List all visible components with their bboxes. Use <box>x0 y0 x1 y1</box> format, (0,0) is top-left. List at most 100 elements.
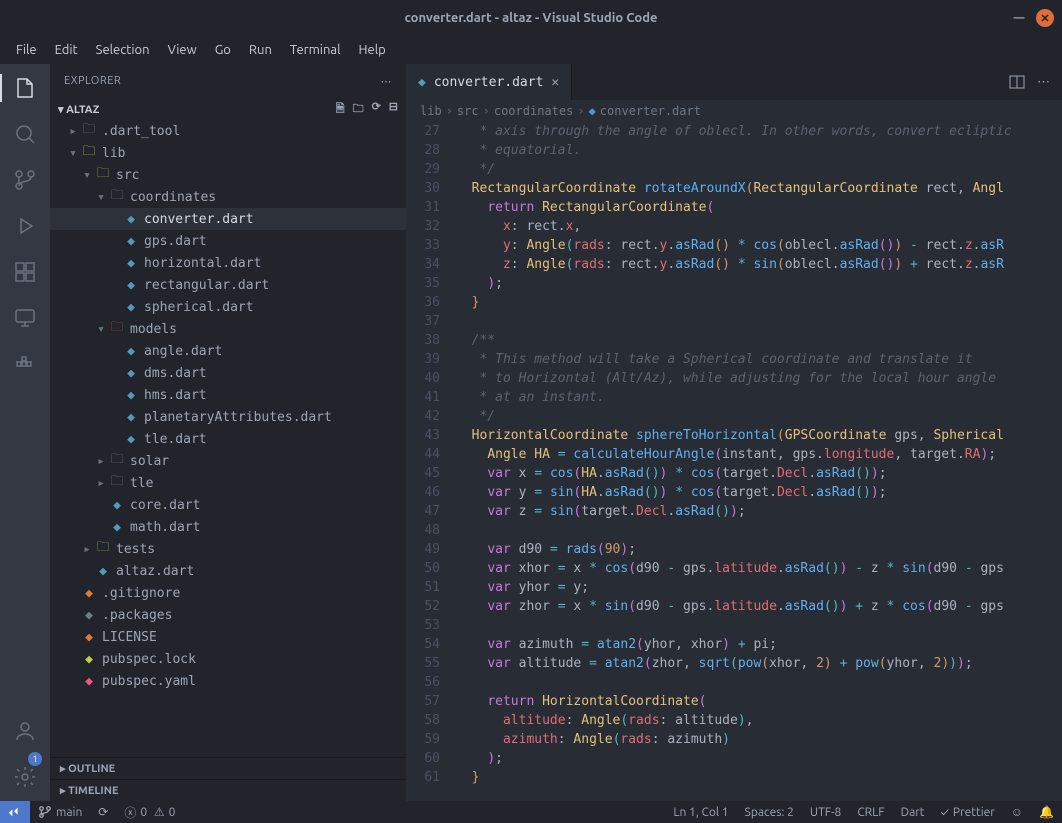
chevron-icon[interactable]: ▸ <box>94 476 108 491</box>
git-branch[interactable]: main <box>30 805 90 819</box>
folder-icon: 🗀 <box>108 186 126 208</box>
accounts-icon[interactable] <box>11 717 39 745</box>
split-editor-icon[interactable] <box>1009 74 1025 90</box>
folder--dart_tool[interactable]: ▸🗀.dart_tool <box>50 120 406 142</box>
breadcrumb-item[interactable]: converter.dart <box>600 104 701 118</box>
menu-view[interactable]: View <box>160 39 205 61</box>
breadcrumb-item[interactable]: src <box>457 104 479 118</box>
file--packages[interactable]: ◆.packages <box>50 604 406 626</box>
file-planetaryAttributes-dart[interactable]: ◆planetaryAttributes.dart <box>50 406 406 428</box>
new-file-icon[interactable]: 🗎 <box>336 100 345 119</box>
close-button[interactable]: ✕ <box>1036 9 1054 27</box>
file-core-dart[interactable]: ◆core.dart <box>50 494 406 516</box>
breadcrumb-item[interactable]: lib <box>420 104 442 118</box>
editor-more-icon[interactable]: ⋯ <box>1037 75 1050 90</box>
explorer-more-icon[interactable]: ⋯ <box>381 75 393 88</box>
source-control-icon[interactable] <box>11 166 39 194</box>
file-converter-dart[interactable]: ◆converter.dart <box>50 208 406 230</box>
folder-solar[interactable]: ▸🗀solar <box>50 450 406 472</box>
chevron-icon[interactable]: ▾ <box>94 322 108 337</box>
file-pubspec-lock[interactable]: ◆pubspec.lock <box>50 648 406 670</box>
chevron-down-icon[interactable]: ▾ <box>58 104 64 116</box>
new-folder-icon[interactable]: 🗀 <box>353 100 364 119</box>
file-angle-dart[interactable]: ◆angle.dart <box>50 340 406 362</box>
timeline-section[interactable]: ▸ TIMELINE <box>50 779 406 801</box>
file-icon: ◆ <box>122 410 140 425</box>
file-horizontal-dart[interactable]: ◆horizontal.dart <box>50 252 406 274</box>
file-hms-dart[interactable]: ◆hms.dart <box>50 384 406 406</box>
file-math-dart[interactable]: ◆math.dart <box>50 516 406 538</box>
folder-src[interactable]: ▾🗀src <box>50 164 406 186</box>
folder-coordinates[interactable]: ▾🗀 coordinates <box>50 186 406 208</box>
menu-terminal[interactable]: Terminal <box>282 39 349 61</box>
breadcrumb-item[interactable]: coordinates <box>494 104 573 118</box>
folder-models[interactable]: ▾🗀models <box>50 318 406 340</box>
explorer-title: EXPLORER <box>64 75 121 87</box>
file-LICENSE[interactable]: ◆LICENSE <box>50 626 406 648</box>
tree-item-label: horizontal.dart <box>144 256 261 271</box>
menu-help[interactable]: Help <box>350 39 393 61</box>
file-tree[interactable]: ▸🗀.dart_tool▾🗀lib▾🗀src▾🗀coordinates◆conv… <box>50 120 406 757</box>
file-tle-dart[interactable]: ◆tle.dart <box>50 428 406 450</box>
menu-selection[interactable]: Selection <box>88 39 158 61</box>
run-debug-icon[interactable] <box>11 212 39 240</box>
folder-tests[interactable]: ▸🗀tests <box>50 538 406 560</box>
chevron-icon[interactable]: ▸ <box>66 124 80 139</box>
folder-icon: 🗀 <box>94 164 112 186</box>
remote-explorer-icon[interactable] <box>11 304 39 332</box>
tree-item-label: core.dart <box>130 498 200 513</box>
extensions-icon[interactable] <box>11 258 39 286</box>
file-rectangular-dart[interactable]: ◆rectangular.dart <box>50 274 406 296</box>
indentation[interactable]: Spaces: 2 <box>737 805 802 819</box>
file-dms-dart[interactable]: ◆dms.dart <box>50 362 406 384</box>
file-icon: ◆ <box>122 344 140 359</box>
chevron-icon[interactable]: ▸ <box>80 542 94 557</box>
tree-item-label: models <box>130 322 177 337</box>
file-pubspec-yaml[interactable]: ◆pubspec.yaml <box>50 670 406 692</box>
breadcrumb[interactable]: lib›src›coordinates›◆ converter.dart <box>406 100 1062 122</box>
refresh-icon[interactable]: ⟳ <box>372 100 381 119</box>
explorer-icon[interactable] <box>11 74 39 102</box>
file-spherical-dart[interactable]: ◆spherical.dart <box>50 296 406 318</box>
feedback-icon[interactable]: ☺ <box>1003 805 1031 819</box>
tab-converter[interactable]: ◆ converter.dart ✕ <box>406 64 572 100</box>
code-content[interactable]: * axis through the angle of oblecl. In o… <box>456 122 1062 801</box>
docker-icon[interactable] <box>11 350 39 378</box>
eol[interactable]: CRLF <box>849 805 892 819</box>
chevron-icon[interactable]: ▾ <box>94 190 108 205</box>
folder-lib[interactable]: ▾🗀lib <box>50 142 406 164</box>
file-icon: ◆ <box>94 564 112 579</box>
menu-go[interactable]: Go <box>207 39 239 61</box>
project-name: ALTAZ <box>66 104 99 116</box>
file-icon: ◆ <box>122 366 140 381</box>
encoding[interactable]: UTF-8 <box>802 805 849 819</box>
minimize-button[interactable]: — <box>1010 9 1028 27</box>
file--gitignore[interactable]: ◆.gitignore <box>50 582 406 604</box>
file-icon: ◆ <box>122 300 140 315</box>
file-icon: ◆ <box>80 586 98 601</box>
chevron-icon[interactable]: ▸ <box>94 454 108 469</box>
problems[interactable]: ⓧ 0 ⚠ 0 <box>116 804 183 821</box>
tab-bar: ◆ converter.dart ✕ ⋯ <box>406 64 1062 100</box>
collapse-icon[interactable]: ⊟ <box>389 100 398 119</box>
sync-icon[interactable]: ⟳ <box>90 805 116 819</box>
file-gps-dart[interactable]: ◆gps.dart <box>50 230 406 252</box>
folder-tle[interactable]: ▸🗀tle <box>50 472 406 494</box>
remote-indicator[interactable] <box>0 801 30 823</box>
tree-item-label: coordinates <box>130 190 216 205</box>
chevron-icon[interactable]: ▾ <box>66 146 80 161</box>
search-icon[interactable] <box>11 120 39 148</box>
menu-edit[interactable]: Edit <box>47 39 86 61</box>
cursor-position[interactable]: Ln 1, Col 1 <box>665 805 736 819</box>
notifications-icon[interactable]: 🔔 <box>1031 805 1062 819</box>
formatter[interactable]: ✓ Prettier <box>933 805 1003 819</box>
chevron-icon[interactable]: ▾ <box>80 168 94 183</box>
tab-close-icon[interactable]: ✕ <box>551 75 559 90</box>
folder-icon: 🗀 <box>80 120 98 142</box>
menu-run[interactable]: Run <box>241 39 280 61</box>
file-altaz-dart[interactable]: ◆altaz.dart <box>50 560 406 582</box>
language-mode[interactable]: Dart <box>893 805 933 819</box>
menu-file[interactable]: File <box>8 39 45 61</box>
settings-gear-icon[interactable]: 1 <box>11 763 39 791</box>
outline-section[interactable]: ▸ OUTLINE <box>50 757 406 779</box>
